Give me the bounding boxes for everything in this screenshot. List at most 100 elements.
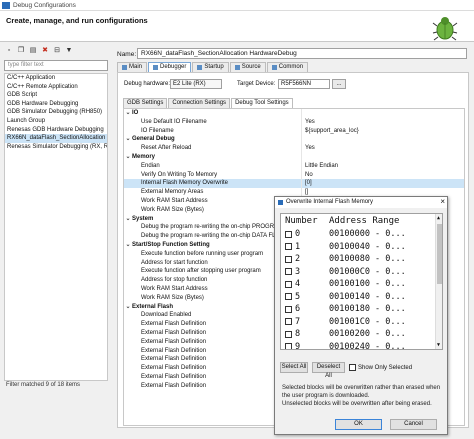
close-icon[interactable]: × <box>440 197 445 207</box>
select-all-button[interactable]: Select All <box>280 362 308 373</box>
tab-label: Debugger <box>160 64 187 70</box>
duplicate-icon[interactable]: ❐ <box>16 46 26 56</box>
tab-main[interactable]: Main <box>117 62 148 72</box>
subtab-connection-settings[interactable]: Connection Settings <box>168 98 231 108</box>
tab-common[interactable]: Common <box>266 62 309 72</box>
block-number: 9 <box>295 341 301 350</box>
debug-hardware-select[interactable]: E2 Lite (RX) <box>170 79 222 89</box>
grid-category[interactable]: ⌄General Debug <box>124 135 464 145</box>
block-row[interactable]: 5 00100140 - 0... <box>281 291 442 304</box>
block-number-cell: 0 <box>281 228 329 241</box>
new-config-icon[interactable]: ▫ <box>4 46 14 56</box>
tab-label: Common <box>278 64 304 70</box>
checkbox-box[interactable] <box>349 364 356 371</box>
block-checkbox[interactable] <box>285 330 292 338</box>
tab-startup[interactable]: Startup <box>192 62 229 72</box>
grid-row[interactable]: Endian Little Endian <box>124 161 464 171</box>
tab-label: Startup <box>204 64 224 70</box>
expand-icon[interactable]: ⌄ <box>124 241 132 250</box>
block-row[interactable]: 6 00100180 - 0... <box>281 303 442 316</box>
block-row[interactable]: 8 00100200 - 0... <box>281 328 442 341</box>
target-device-field[interactable]: R5F566NN <box>278 79 330 89</box>
block-checkbox[interactable] <box>285 230 292 238</box>
dialog-info-selected: Selected blocks will be overwritten rath… <box>282 385 441 399</box>
scroll-up-icon[interactable]: ▲ <box>437 215 440 221</box>
column-address-range[interactable]: Address Range <box>329 214 442 228</box>
delete-icon[interactable]: ✖ <box>40 46 50 56</box>
block-checkbox[interactable] <box>285 293 292 301</box>
grid-row[interactable]: Verify On Writing To Memory No <box>124 170 464 180</box>
ok-button[interactable]: OK <box>335 419 382 430</box>
tab-debugger[interactable]: Debugger <box>148 62 192 72</box>
block-list-scrollbar[interactable]: ▲ ▼ <box>435 214 442 349</box>
expand-icon[interactable]: ⌄ <box>124 215 132 224</box>
block-number: 7 <box>295 316 301 327</box>
grid-row[interactable]: Reset After Reload Yes <box>124 144 464 153</box>
grid-value[interactable]: Yes <box>301 117 464 127</box>
expand-icon[interactable]: ⌄ <box>124 109 132 118</box>
block-row[interactable]: 0 00100000 - 0... <box>281 228 442 241</box>
block-checkbox[interactable] <box>285 305 292 313</box>
block-checkbox[interactable] <box>285 343 292 349</box>
filter-input[interactable]: type filter text <box>4 60 108 71</box>
expand-icon[interactable]: ⌄ <box>124 153 132 162</box>
export-icon[interactable]: ▤ <box>28 46 38 56</box>
block-checkbox[interactable] <box>285 255 292 263</box>
tab-label: Main <box>129 64 143 70</box>
grid-value[interactable]: Yes <box>301 144 464 153</box>
grid-value[interactable]: No <box>301 170 464 180</box>
block-number-cell: 9 <box>281 341 329 350</box>
column-number[interactable]: Number <box>281 214 329 228</box>
tree-item[interactable]: Launch Group <box>5 117 107 126</box>
block-row[interactable]: 9 00100240 - 0... <box>281 341 442 350</box>
grid-key: External Flash Definition <box>141 321 207 328</box>
collapse-all-icon[interactable]: ⊟ <box>52 46 62 56</box>
target-device-browse-button[interactable]: ... <box>332 79 346 89</box>
name-field[interactable]: RX66N_dataFlash_SectionAllocation Hardwa… <box>137 48 467 59</box>
grid-category[interactable]: ⌄Memory <box>124 152 464 162</box>
grid-value[interactable]: Little Endian <box>301 161 464 171</box>
block-number: 2 <box>295 254 301 264</box>
show-only-selected-label: Show Only Selected <box>358 364 413 371</box>
block-checkbox[interactable] <box>285 280 292 288</box>
subtab-gdb-settings[interactable]: GDB Settings <box>123 98 168 108</box>
cancel-button[interactable]: Cancel <box>390 419 437 430</box>
name-label: Name: <box>117 51 137 58</box>
show-only-selected-checkbox[interactable]: Show Only Selected <box>349 364 412 371</box>
tree-item[interactable]: Renesas Simulator Debugging (RX, RL78) <box>5 143 107 152</box>
subtab-debug-tool-settings[interactable]: Debug Tool Settings <box>231 98 293 108</box>
tree-item[interactable]: GDB Hardware Debugging <box>5 100 107 109</box>
block-checkbox[interactable] <box>285 318 292 326</box>
left-toolbar: ▫ ❐ ▤ ✖ ⊟ ▼ <box>4 46 74 57</box>
grid-value[interactable]: ${support_area_loc} <box>301 126 464 136</box>
grid-key-cell: ⌄IO <box>124 109 301 118</box>
block-row[interactable]: 4 00100100 - 0... <box>281 278 442 291</box>
grid-row[interactable]: Internal Flash Memory Overwrite [0] <box>124 179 464 189</box>
scroll-thumb[interactable] <box>437 224 442 284</box>
tree-item[interactable]: C/C++ Remote Application <box>5 83 107 92</box>
tree-item[interactable]: GDB Simulator Debugging (RH850) <box>5 108 107 117</box>
grid-row[interactable]: Use Default IO Filename Yes <box>124 117 464 127</box>
block-checkbox[interactable] <box>285 243 292 251</box>
filter-icon[interactable]: ▼ <box>64 46 74 56</box>
debug-hardware-label: Debug hardware: <box>124 81 171 87</box>
block-checkbox[interactable] <box>285 268 292 276</box>
block-row[interactable]: 1 00100040 - 0... <box>281 241 442 254</box>
tree-item[interactable]: RX66N_dataFlash_SectionAllocation Hardwa… <box>5 134 107 143</box>
grid-category[interactable]: ⌄IO <box>124 109 464 118</box>
block-row[interactable]: 7 001001C0 - 0... <box>281 316 442 329</box>
tree-item[interactable]: GDB Script <box>5 91 107 100</box>
tab-source[interactable]: Source <box>229 62 266 72</box>
expand-icon[interactable]: ⌄ <box>124 135 132 144</box>
grid-key: IO Filename <box>141 127 174 134</box>
expand-icon[interactable]: ⌄ <box>124 303 132 312</box>
tree-item[interactable]: C/C++ Application <box>5 74 107 83</box>
grid-value[interactable]: [0] <box>301 179 464 189</box>
scroll-down-icon[interactable]: ▼ <box>437 342 440 348</box>
block-row[interactable]: 2 00100080 - 0... <box>281 253 442 266</box>
block-row[interactable]: 3 001000C0 - 0... <box>281 266 442 279</box>
tree-item[interactable]: Renesas GDB Hardware Debugging <box>5 126 107 135</box>
block-number: 6 <box>295 304 301 314</box>
deselect-all-button[interactable]: Deselect All <box>312 362 345 379</box>
grid-row[interactable]: IO Filename ${support_area_loc} <box>124 126 464 136</box>
